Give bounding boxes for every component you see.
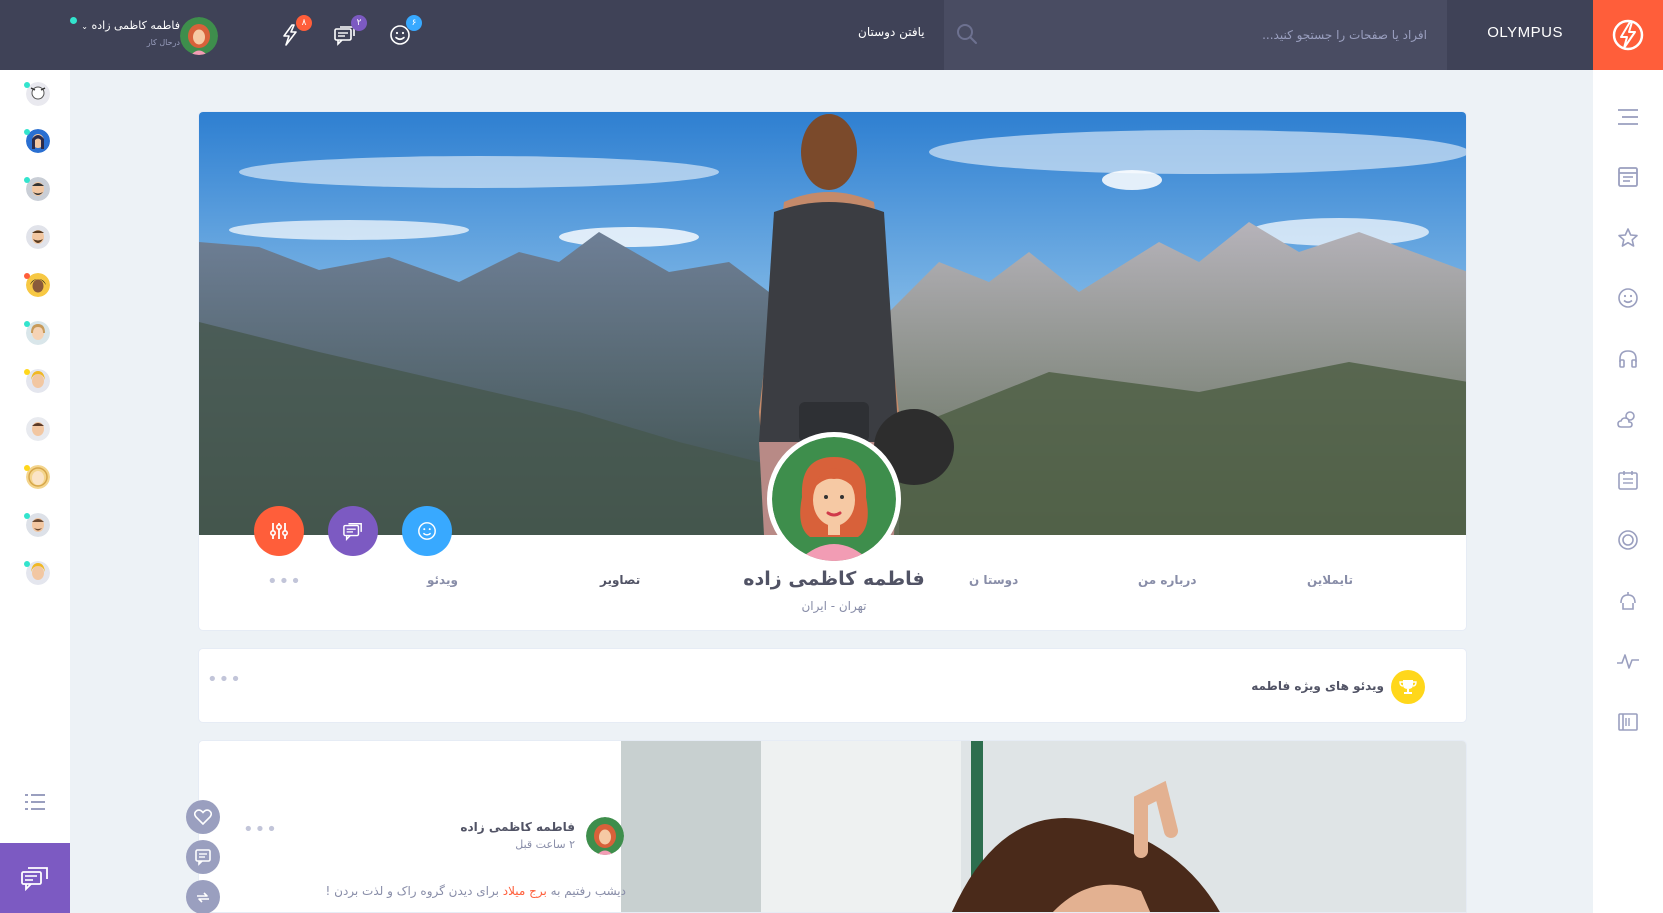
comment-button[interactable] [186,840,220,874]
top-header: OLYMPUS یافتن دوستان ۶ ۲ ۸ [0,0,1663,70]
trophy-icon [1391,670,1425,704]
main-nav-sidebar [1593,70,1663,913]
status-dot [24,129,30,135]
user-avatar-image [180,17,218,55]
notification-badge: ۲ [351,15,367,31]
post-text: دیشب رفتیم به برج میلاد برای دیدن گروه ر… [325,884,627,898]
post-link[interactable]: برج میلاد [503,884,547,898]
status-dot [24,369,30,375]
friends-sidebar [0,70,70,913]
profile-avatar-image [772,437,896,561]
calendar-icon[interactable] [1615,467,1641,493]
featured-title: ویدئو های ویژه فاطمه [1251,679,1384,693]
post-image[interactable] [621,741,1466,912]
status-dot [24,513,30,519]
user-name[interactable]: فاطمه کاظمی زاده ⌄ [81,19,180,32]
post-time: ۲ ساعت قبل [515,838,575,851]
tab-photos[interactable]: تصاویر [600,573,640,587]
brand-name[interactable]: OLYMPUS [1487,24,1563,41]
chevron-down-icon[interactable]: ⌄ [81,22,88,31]
send-message-button[interactable] [328,506,378,556]
like-button[interactable] [186,800,220,834]
search-icon[interactable] [956,23,978,45]
friend-avatar[interactable] [26,417,50,441]
star-icon[interactable] [1615,225,1641,251]
smiley-icon [418,522,436,540]
smiley-icon[interactable] [1615,285,1641,311]
chat-icon [343,523,362,541]
newsfeed-icon[interactable] [1615,104,1641,130]
status-dot [24,273,30,279]
friend-requests-button[interactable]: ۶ [385,15,422,50]
profile-header-card: فاطمه کاظمی زاده تهران - ایران تایملاین … [198,111,1467,631]
menu-icon[interactable] [24,793,46,815]
share-icon [197,892,209,903]
more-options-button[interactable]: ••• [243,819,278,840]
settings-button[interactable] [254,506,304,556]
avatar[interactable] [586,817,624,855]
heart-icon [194,809,212,825]
chat-icon [21,867,48,891]
status-dot [24,321,30,327]
notification-badge: ۸ [296,15,312,31]
headphones-icon[interactable] [1615,346,1641,372]
profile-name: فاطمه کاظمی زاده [743,568,925,590]
weather-icon[interactable] [1615,406,1641,432]
more-options-button[interactable]: ••• [207,669,242,690]
find-friends-link[interactable]: یافتن دوستان [858,25,925,39]
status-dot [24,177,30,183]
post-author[interactable]: فاطمه کاظمی زاده [399,820,575,834]
user-status: درحال کار [146,38,180,47]
status-dot [24,465,30,471]
sliders-icon [269,523,289,539]
more-options-button[interactable]: ••• [267,571,302,592]
tab-videos[interactable]: ویدئو [427,573,458,587]
stats-icon[interactable] [1615,648,1641,674]
friend-avatar[interactable] [26,225,50,249]
featured-videos-card: ویدئو های ویژه فاطمه ••• [198,648,1467,723]
status-dot [24,82,30,88]
share-button[interactable] [186,880,220,913]
online-indicator [70,17,77,24]
tab-friends[interactable]: دوستا ن [969,573,1018,587]
tab-timeline[interactable]: تایملاین [1307,573,1353,587]
open-chat-button[interactable] [0,843,70,913]
news-icon[interactable] [1615,164,1641,190]
search-input[interactable] [1007,22,1427,48]
profile-location: تهران - ایران [801,599,867,613]
status-dot [24,561,30,567]
notification-badge: ۶ [406,15,422,31]
search-bar [944,0,1447,70]
tab-about[interactable]: درباره من [1138,573,1196,587]
manage-icon[interactable] [1615,709,1641,735]
manage-widgets-icon[interactable] [1615,588,1641,614]
comment-icon [195,849,211,866]
badge-icon[interactable] [1615,527,1641,553]
logo[interactable] [1593,0,1663,70]
post-card: فاطمه کاظمی زاده ۲ ساعت قبل ••• دیشب رفت… [198,740,1467,913]
avatar[interactable] [767,432,901,566]
notifications-button[interactable]: ۸ [275,15,312,50]
add-friend-button[interactable] [402,506,452,556]
messages-button[interactable]: ۲ [330,15,367,50]
avatar[interactable] [180,17,218,55]
logo-icon [1612,19,1644,51]
